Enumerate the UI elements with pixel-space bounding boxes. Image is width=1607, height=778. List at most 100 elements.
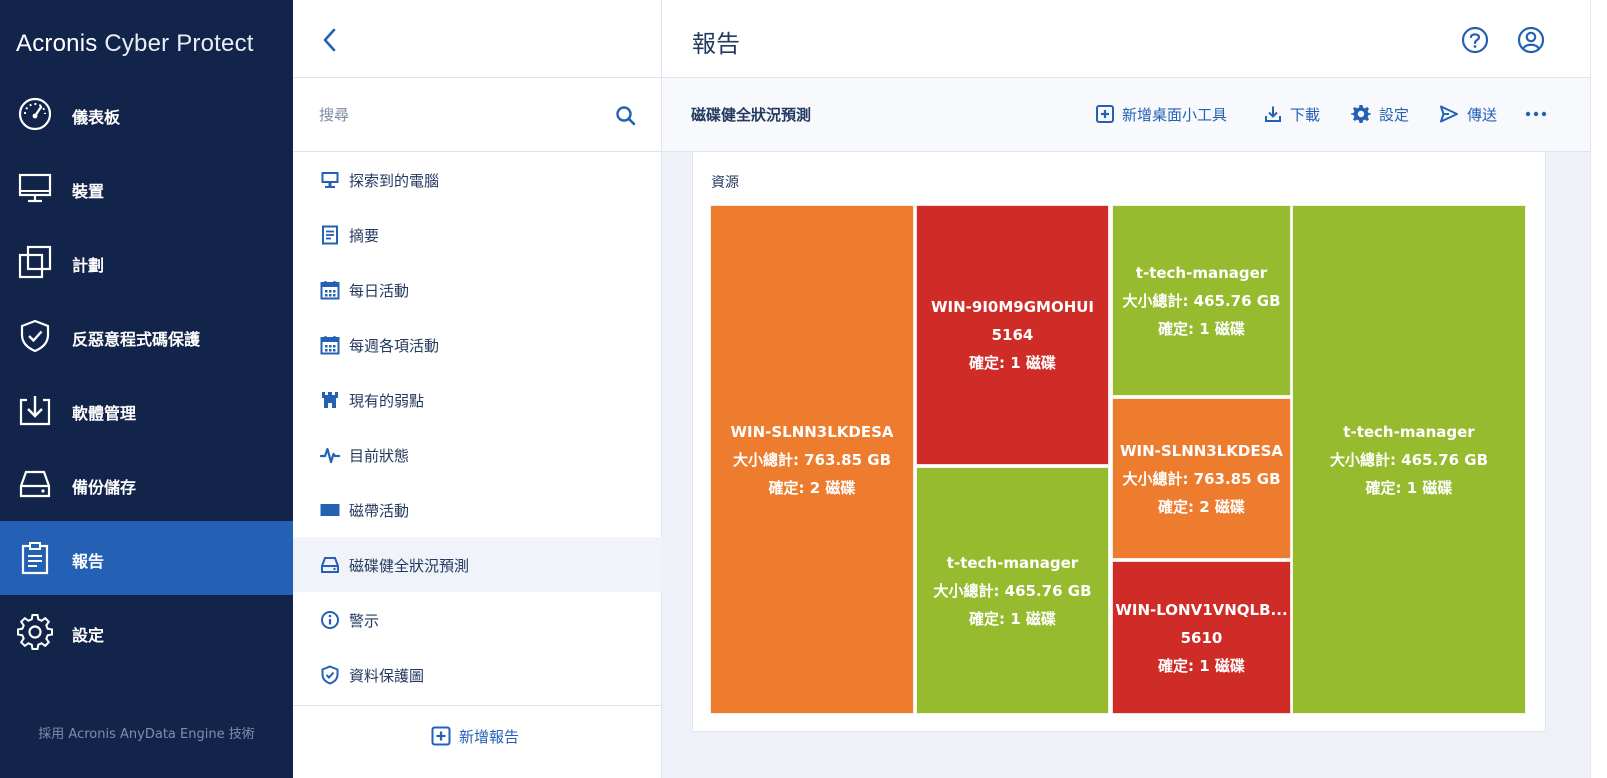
treemap-tile[interactable]: WIN-9I0M9GMOHUI 5164 確定: 1 磁碟	[916, 205, 1109, 465]
gear-icon	[17, 614, 53, 650]
tile-disk-status: 確定: 1 磁碟	[1158, 656, 1245, 675]
treemap-tile[interactable]: t-tech-manager 大小總計: 465.76 GB 確定: 1 磁碟	[916, 467, 1109, 714]
report-item-vulnerabilities[interactable]: 現有的弱點	[293, 372, 662, 427]
help-icon[interactable]	[1460, 25, 1490, 55]
tile-machine-name: WIN-LONV1VNQLB...	[1115, 600, 1288, 619]
plans-icon	[18, 245, 52, 279]
tile-disk-status: 確定: 1 磁碟	[1365, 478, 1453, 497]
download-label: 下載	[1290, 105, 1321, 124]
report-search-input[interactable]	[319, 102, 599, 128]
window-scrollbar[interactable]	[1590, 0, 1607, 778]
tile-machine-name: t-tech-manager	[946, 553, 1079, 572]
back-arrow-icon[interactable]	[317, 26, 343, 54]
brand-logo: Acronis Cyber Protect	[16, 30, 254, 58]
add-widget-label: 新增桌面小工具	[1122, 105, 1228, 124]
treemap-tile[interactable]: t-tech-manager 大小總計: 465.76 GB 確定: 1 磁碟	[1292, 205, 1526, 714]
report-item-label: 每日活動	[349, 282, 410, 300]
computer-icon	[321, 172, 339, 188]
reports-panel-header	[293, 0, 662, 78]
report-item-label: 磁碟健全狀況預測	[349, 557, 470, 575]
nav-item-dashboard[interactable]: 儀表板	[0, 77, 293, 151]
nav-item-antimalware[interactable]: 反惡意程式碼保護	[0, 299, 293, 373]
dashboard-icon	[18, 97, 52, 131]
report-item-summary[interactable]: 摘要	[293, 207, 662, 262]
brand-name-part2: Cyber Protect	[104, 30, 254, 57]
tile-machine-name: WIN-SLNN3LKDESA	[730, 422, 894, 441]
document-icon	[322, 225, 338, 245]
nav-item-reports[interactable]: 報告	[0, 521, 293, 595]
nav-item-label: 報告	[72, 552, 105, 571]
tile-detail: 大小總計: 465.76 GB	[1329, 450, 1489, 469]
widget-title: 資源	[711, 175, 739, 191]
tile-detail: 5610	[1180, 628, 1223, 647]
plus-box-icon	[431, 726, 451, 746]
add-report-bar: 新增報告	[293, 705, 662, 778]
shield-icon	[20, 319, 50, 353]
reports-panel: 探索到的電腦 摘要 每日活動 每週各項活動	[293, 0, 662, 778]
resources-widget: 資源 WIN-SLNN3LKDESA 大小總計: 763.85 GB 確定: 2 磁…	[692, 152, 1546, 732]
tile-machine-name: t-tech-manager	[1343, 422, 1475, 441]
report-item-label: 警示	[349, 612, 380, 630]
tile-disk-status: 確定: 1 磁碟	[1158, 319, 1245, 338]
treemap-tile[interactable]: WIN-SLNN3LKDESA 大小總計: 763.85 GB 確定: 2 磁碟	[710, 205, 914, 714]
settings-button[interactable]: 設定	[1351, 102, 1409, 126]
disk-health-treemap: WIN-SLNN3LKDESA 大小總計: 763.85 GB 確定: 2 磁碟 WI…	[710, 205, 1526, 714]
account-icon[interactable]	[1516, 25, 1546, 55]
report-name: 磁碟健全狀況預測	[691, 106, 812, 124]
nav-item-label: 備份儲存	[72, 478, 137, 497]
report-item-label: 資料保護圖	[349, 667, 425, 685]
brand-name-part1: Acronis	[16, 30, 98, 57]
plus-box-icon	[1096, 105, 1114, 123]
nav-item-plans[interactable]: 計劃	[0, 225, 293, 299]
send-icon	[1440, 105, 1458, 123]
more-options-icon[interactable]	[1523, 102, 1549, 126]
report-item-label: 現有的弱點	[349, 392, 425, 410]
report-item-label: 摘要	[349, 227, 380, 245]
report-item-label: 磁帶活動	[349, 502, 410, 520]
nav-item-settings[interactable]: 設定	[0, 595, 293, 669]
report-item-alerts[interactable]: 警示	[293, 592, 662, 647]
add-report-label: 新增報告	[459, 727, 520, 746]
report-item-current-status[interactable]: 目前狀態	[293, 427, 662, 482]
treemap-tile[interactable]: t-tech-manager 大小總計: 465.76 GB 確定: 1 磁碟	[1112, 205, 1291, 396]
report-item-weekly-activities[interactable]: 每週各項活動	[293, 317, 662, 372]
settings-label: 設定	[1379, 105, 1410, 124]
search-icon[interactable]	[615, 105, 637, 127]
main-content: 報告 磁碟健全狀況預測 新增桌面小工具 下載 設定 傳送 資源 WIN-SLNN…	[662, 0, 1607, 778]
report-item-disk-health[interactable]: 磁碟健全狀況預測	[293, 537, 662, 592]
main-navigation: Acronis Cyber Protect 儀表板 裝置 計劃 反惡意程式碼保護…	[0, 0, 293, 778]
pulse-icon	[320, 447, 340, 464]
nav-item-backup-storage[interactable]: 備份儲存	[0, 447, 293, 521]
report-item-discovered-computers[interactable]: 探索到的電腦	[293, 152, 662, 207]
tile-detail: 5164	[991, 326, 1034, 344]
report-item-data-protection-map[interactable]: 資料保護圖	[293, 647, 662, 702]
tile-disk-status: 確定: 2 磁碟	[768, 478, 856, 497]
nav-item-devices[interactable]: 裝置	[0, 151, 293, 225]
tile-disk-status: 確定: 1 磁碟	[969, 609, 1056, 628]
software-icon	[19, 396, 51, 426]
add-widget-button[interactable]: 新增桌面小工具	[1096, 102, 1227, 126]
tile-detail: 大小總計: 763.85 GB	[732, 450, 892, 469]
tile-machine-name: WIN-9I0M9GMOHUI	[930, 298, 1095, 316]
send-button[interactable]: 傳送	[1439, 102, 1497, 126]
send-label: 傳送	[1467, 105, 1498, 124]
powered-by-text: 採用 Acronis AnyData Engine 技術	[38, 727, 255, 742]
nav-item-label: 儀表板	[72, 108, 121, 127]
nav-item-label: 設定	[72, 626, 105, 645]
treemap-tile[interactable]: WIN-SLNN3LKDESA 大小總計: 763.85 GB 確定: 2 磁碟	[1112, 398, 1291, 559]
page-header: 報告	[662, 0, 1607, 78]
report-search-bar	[293, 78, 662, 152]
report-item-label: 探索到的電腦	[349, 172, 440, 190]
monitor-icon	[18, 173, 52, 203]
add-report-button[interactable]: 新增報告	[431, 725, 519, 747]
tile-detail: 大小總計: 465.76 GB	[933, 581, 1092, 600]
report-item-daily-activity[interactable]: 每日活動	[293, 262, 662, 317]
treemap-tile[interactable]: WIN-LONV1VNQLB... 5610 確定: 1 磁碟	[1112, 561, 1291, 714]
download-button[interactable]: 下載	[1264, 102, 1320, 126]
report-item-label: 每週各項活動	[349, 337, 440, 355]
report-icon	[21, 542, 49, 575]
tile-machine-name: WIN-SLNN3LKDESA	[1119, 441, 1284, 460]
nav-item-software[interactable]: 軟體管理	[0, 373, 293, 447]
report-item-tape-activity[interactable]: 磁帶活動	[293, 482, 662, 537]
gear-icon	[1351, 105, 1371, 123]
